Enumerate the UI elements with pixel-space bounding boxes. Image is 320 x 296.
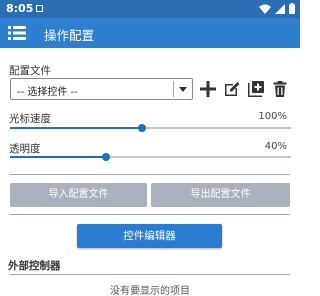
empty-list-message: 没有要显示的项目 — [110, 286, 190, 296]
cursor-speed-value: 100% — [258, 111, 287, 122]
slider-fill — [10, 127, 143, 129]
page-title: 操作配置 — [44, 28, 95, 43]
slider-thumb[interactable] — [138, 124, 147, 132]
edit-icon[interactable] — [222, 79, 242, 99]
delete-icon[interactable] — [270, 79, 290, 99]
external-controllers-title: 外部控制器 — [8, 260, 61, 272]
add-icon[interactable] — [198, 79, 218, 99]
select-divider — [173, 81, 174, 97]
signal-icon — [275, 3, 285, 14]
control-editor-button[interactable]: 控件编辑器 — [77, 224, 222, 248]
config-file-label: 配置文件 — [9, 65, 51, 77]
config-select[interactable]: -- 选择控件 -- — [10, 78, 193, 100]
slider-fill — [10, 156, 106, 158]
chevron-down-icon — [179, 87, 187, 92]
opacity-slider[interactable] — [10, 151, 291, 163]
status-bar: 8:05 — [0, 0, 300, 18]
cursor-speed-slider[interactable] — [10, 122, 291, 134]
export-config-button[interactable]: 导出配置文件 — [151, 183, 290, 207]
config-select-value: -- 选择控件 -- — [17, 87, 78, 98]
battery-icon — [289, 3, 295, 14]
slider-thumb[interactable] — [101, 153, 110, 161]
divider — [10, 214, 290, 215]
import-config-button[interactable]: 导入配置文件 — [10, 183, 147, 207]
status-icons — [259, 3, 295, 14]
divider — [10, 174, 290, 175]
divider — [10, 274, 290, 275]
menu-icon[interactable] — [8, 24, 26, 42]
wifi-icon — [259, 4, 271, 14]
copy-icon[interactable] — [246, 79, 266, 99]
app-bar: 操作配置 — [0, 18, 300, 48]
status-time: 8:05 — [6, 2, 34, 15]
notification-icon — [36, 5, 43, 12]
